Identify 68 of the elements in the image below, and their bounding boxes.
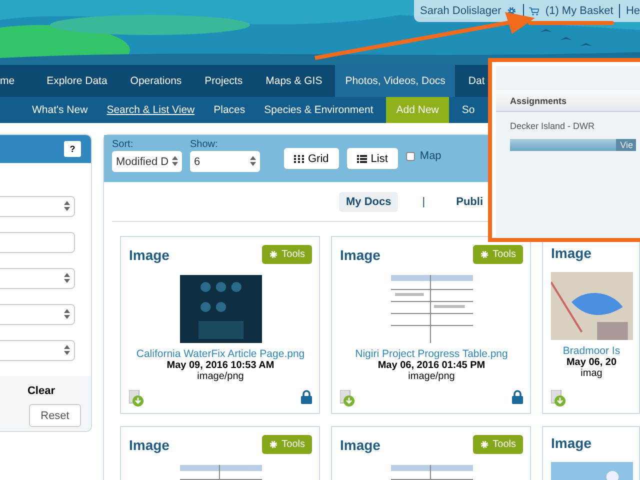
cart-icon[interactable]	[529, 4, 540, 18]
modified-date: May 06, 20	[566, 357, 617, 368]
nav-tab[interactable]: me	[0, 65, 15, 97]
sort-arrows-icon	[64, 344, 70, 356]
card-type: Image	[340, 246, 380, 262]
card-type: Image	[340, 436, 380, 452]
filter-select[interactable]	[0, 340, 75, 361]
sort-arrows-icon	[172, 156, 178, 168]
map-checkbox[interactable]	[406, 152, 415, 160]
document-title-link[interactable]: Nigiri Project Progress Table.png	[355, 348, 508, 360]
doc-tab[interactable]: Publi	[449, 192, 490, 212]
sort-arrows-icon	[64, 308, 70, 320]
nav-tab[interactable]: Photos, Videos, Docs	[335, 65, 456, 97]
sort-arrows-icon	[250, 156, 256, 168]
modified-date: May 09, 2016 10:53 AM	[166, 360, 274, 371]
subnav-link[interactable]: Species & Environment	[264, 97, 374, 123]
filter-select[interactable]	[0, 196, 75, 217]
lock-icon	[301, 390, 312, 404]
subnav-link[interactable]: What's New	[32, 97, 88, 123]
document-title-link[interactable]: Bradmoor Is	[562, 345, 620, 357]
lock-icon	[512, 390, 523, 404]
download-file-icon[interactable]	[129, 390, 144, 407]
tab-separator: |	[422, 196, 426, 208]
subnav-link[interactable]: So	[462, 97, 475, 123]
nav-tab[interactable]: Maps & GIS	[256, 65, 332, 97]
show-label: Show:	[190, 139, 219, 150]
list-view-button[interactable]: List	[346, 148, 398, 169]
document-title-link[interactable]: California WaterFix Article Page.png	[136, 348, 305, 360]
mime-type: image/png	[197, 371, 244, 382]
gear-icon	[480, 440, 489, 449]
sort-select[interactable]: Modified D	[112, 151, 182, 172]
list-icon	[356, 154, 367, 162]
help-button[interactable]: ?	[64, 141, 81, 157]
filter-input[interactable]	[0, 232, 75, 253]
basket-link[interactable]: (1) My Basket	[545, 5, 614, 17]
help-link[interactable]: He	[626, 5, 640, 17]
user-name[interactable]: Sarah Dolislager	[420, 5, 502, 17]
card-type: Image	[129, 436, 170, 452]
sort-label: Sort:	[112, 139, 134, 150]
clear-label[interactable]: Clear	[27, 385, 55, 397]
modified-date: May 06, 2016 01:45 PM	[378, 360, 486, 371]
sort-arrows-icon	[64, 200, 70, 212]
doc-tab[interactable]: My Docs	[339, 192, 398, 212]
assignments-heading: Assignments	[496, 90, 640, 112]
mime-type: image/png	[408, 371, 455, 382]
subnav-link[interactable]: Places	[214, 97, 246, 123]
filter-select[interactable]	[0, 268, 75, 289]
subnav-link[interactable]: Search & List View	[106, 97, 195, 123]
show-select[interactable]: 6	[190, 151, 260, 172]
filter-select[interactable]	[0, 304, 75, 325]
nav-tab[interactable]: Projects	[194, 65, 253, 97]
download-file-icon[interactable]	[340, 390, 355, 407]
gear-icon	[268, 250, 278, 259]
download-file-icon[interactable]	[551, 390, 566, 407]
reset-button[interactable]: Reset	[29, 404, 81, 427]
nav-tab[interactable]: Explore Data	[36, 65, 118, 97]
mime-type: imag	[580, 368, 602, 379]
card-type: Image	[551, 435, 592, 451]
grid-view-button[interactable]: Grid	[284, 148, 339, 169]
assignment-item[interactable]: Decker Island - DWR	[510, 121, 640, 131]
grid-icon	[294, 154, 304, 162]
sort-arrows-icon	[64, 272, 70, 284]
gear-icon	[480, 250, 489, 259]
gear-icon	[268, 440, 278, 449]
card-type: Image	[551, 245, 592, 261]
nav-tab[interactable]: Operations	[120, 65, 192, 97]
card-type: Image	[129, 246, 170, 262]
map-label: Map	[420, 150, 442, 162]
